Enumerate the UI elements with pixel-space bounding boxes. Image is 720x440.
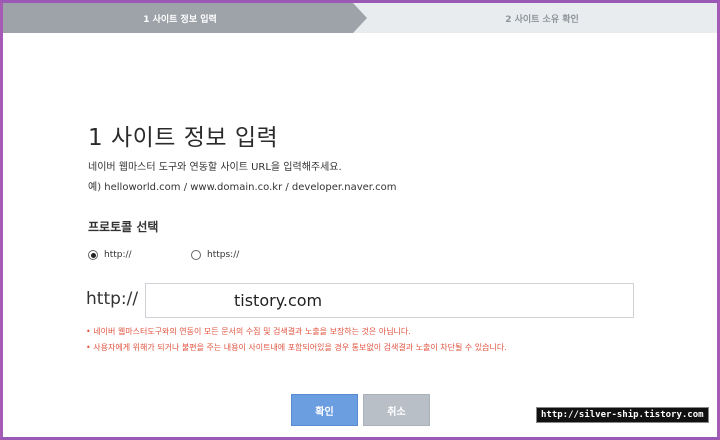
url-prefix: http:// (86, 289, 139, 309)
confirm-button[interactable]: 확인 (291, 394, 358, 426)
site-url-input[interactable] (145, 283, 634, 318)
step-2-label: 2 사이트 소유 확인 (505, 14, 579, 25)
step-2-inactive: 2 사이트 소유 확인 (367, 3, 717, 33)
notice-line-1: • 네이버 웹마스터도구와의 연동이 모든 문서의 수집 및 검색결과 노출을 … (86, 327, 411, 336)
radio-unchecked-icon[interactable] (191, 250, 201, 260)
protocol-radio-http[interactable]: http:// (88, 250, 132, 260)
notice-line-2: • 사용자에게 위해가 되거나 불편을 주는 내용이 사이트내에 포함되어있을 … (86, 343, 507, 352)
protocol-radio-https-label: https:// (207, 250, 240, 260)
step-progress-bar: 1 사이트 정보 입력 2 사이트 소유 확인 (3, 3, 717, 33)
step-1-label: 1 사이트 정보 입력 (143, 14, 217, 25)
cancel-button[interactable]: 취소 (363, 394, 430, 426)
protocol-radio-https[interactable]: https:// (191, 250, 239, 260)
protocol-heading: 프로토콜 선택 (88, 220, 159, 234)
protocol-radio-http-label: http:// (104, 250, 132, 260)
blog-watermark: http://silver-ship.tistory.com (536, 407, 709, 423)
url-example: 예) helloworld.com / www.domain.co.kr / d… (88, 182, 397, 193)
page-description: 네이버 웹마스터 도구와 연동할 사이트 URL을 입력해주세요. (88, 162, 342, 173)
radio-checked-icon[interactable] (88, 250, 98, 260)
page-title: 1 사이트 정보 입력 (88, 125, 279, 151)
step-1-active: 1 사이트 정보 입력 (3, 3, 367, 33)
